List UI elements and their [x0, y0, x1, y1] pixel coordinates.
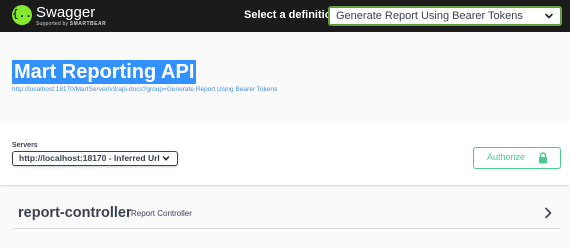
swagger-logo-glyph: {...} — [12, 7, 46, 20]
tag-description: Report Controller — [131, 209, 192, 218]
topbar: {...} Swagger Supported by SMARTBEAR Sel… — [0, 0, 570, 32]
logo-sub-prefix: Supported by — [36, 21, 69, 27]
definition-select[interactable]: Generate Report Using Bearer Tokens — [328, 6, 562, 26]
chevron-down-icon — [545, 13, 553, 19]
servers-label: Servers — [12, 142, 38, 149]
swagger-logo-name: Swagger — [36, 4, 96, 21]
chevron-down-icon — [162, 156, 170, 161]
api-title: Mart Reporting API — [12, 60, 197, 84]
tag-name: report-controller — [18, 205, 132, 221]
chevron-right-icon[interactable] — [544, 207, 552, 219]
tag-report-controller[interactable]: report-controller Report Controller — [12, 199, 560, 229]
definition-select-value: Generate Report Using Bearer Tokens — [336, 10, 523, 22]
swagger-logo-subtitle: Supported by SMARTBEAR — [36, 21, 106, 27]
logo-sub-brand: SMARTBEAR — [69, 21, 107, 27]
api-docs-link[interactable]: http://localhost:18170/MartServer/v3/api… — [12, 86, 277, 93]
servers-select-value: http://localhost:18170 - Inferred Url — [19, 153, 160, 163]
lock-icon — [539, 152, 547, 164]
servers-select[interactable]: http://localhost:18170 - Inferred Url — [12, 151, 178, 166]
swagger-logo-icon: {...} — [12, 5, 46, 25]
authorize-label: Authorize — [487, 152, 526, 162]
swagger-logo[interactable]: {...} Swagger Supported by SMARTBEAR — [12, 3, 112, 29]
authorize-button[interactable]: Authorize — [473, 147, 561, 169]
definition-label: Select a definition — [244, 9, 339, 21]
scheme-container: Servers http://localhost:18170 - Inferre… — [0, 124, 570, 185]
